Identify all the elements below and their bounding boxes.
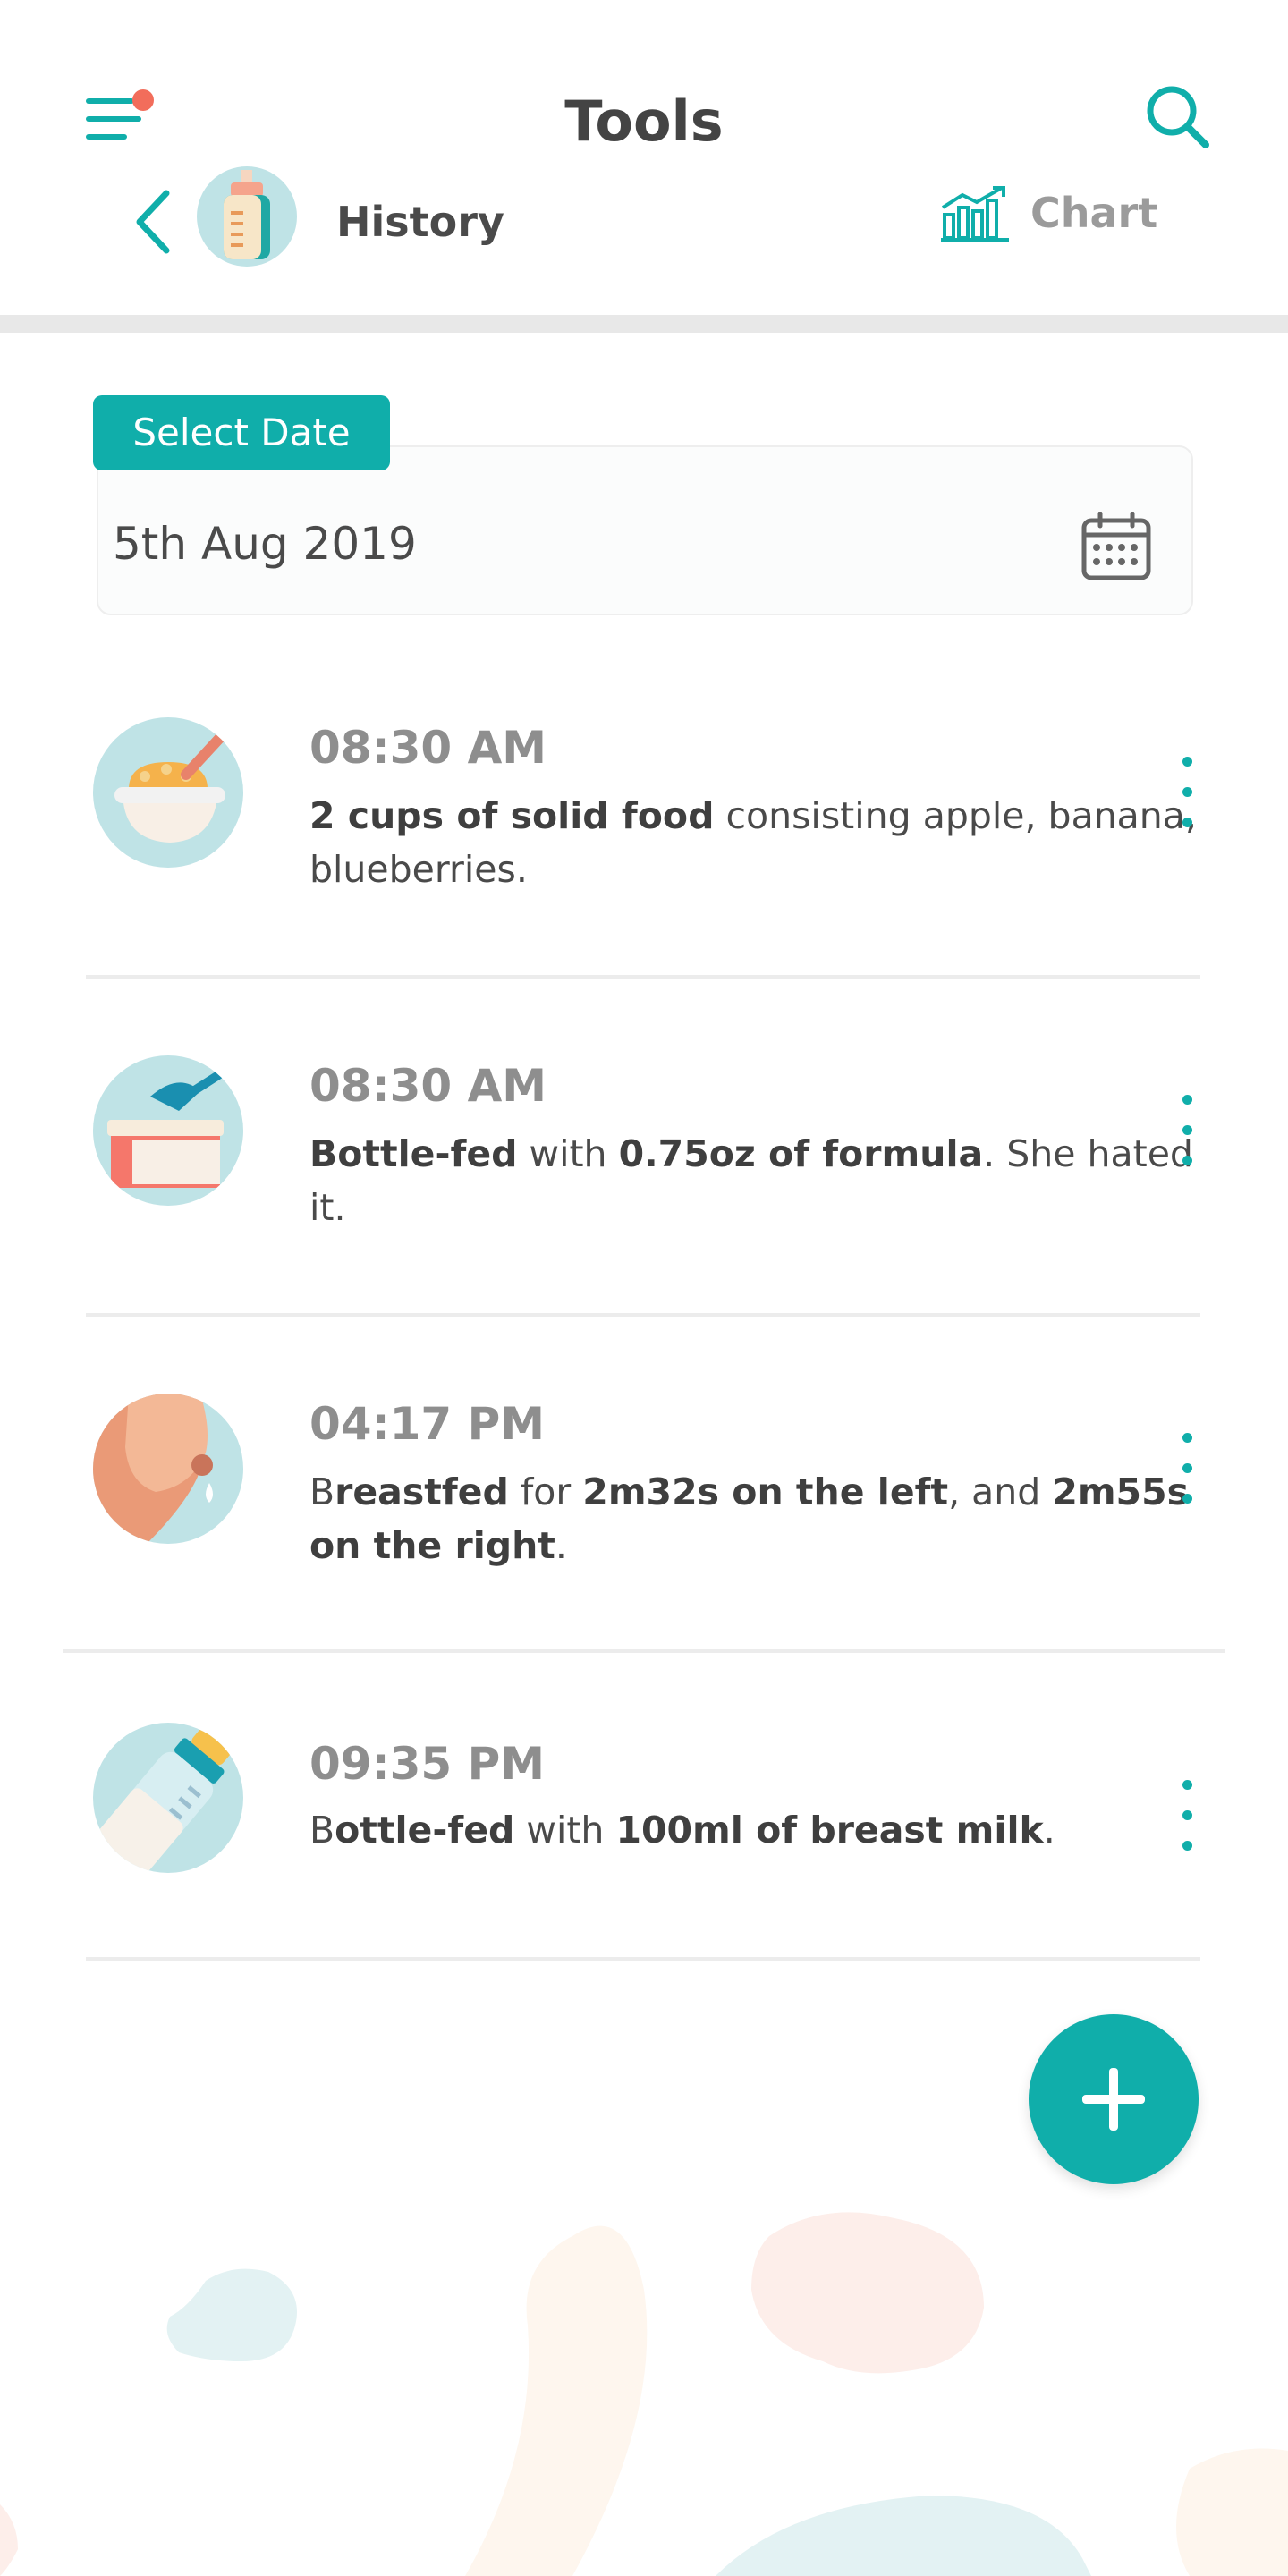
select-date-label: Select Date [93,395,390,470]
more-options-button[interactable] [1175,1773,1200,1859]
divider [86,975,1200,979]
chevron-left-icon [136,190,170,254]
breastfeed-icon [93,1394,243,1544]
bottle-icon [197,166,297,267]
divider [86,1313,1200,1317]
feed-time: 08:30 AM [309,722,547,774]
feed-item[interactable]: 09:35 PM Bottle-fed with 100ml of breast… [86,1712,1202,1962]
feed-description-text: B [309,1809,335,1852]
chart-icon [941,186,1009,242]
add-feed-button[interactable] [1029,2014,1199,2184]
feed-description-emphasis: reastfed [335,1470,509,1513]
more-options-button[interactable] [1175,1426,1200,1512]
formula-icon [93,1055,243,1206]
feed-description-emphasis: 2 cups of solid food [309,794,715,837]
feed-description-emphasis: 0.75oz of formula [618,1132,984,1175]
feed-description-text: , and [948,1470,1053,1513]
header-divider [0,315,1288,333]
chart-button[interactable]: Chart [939,179,1163,249]
feed-description-text: . [1043,1809,1055,1852]
page-title: Tools [564,89,724,154]
feed-description: Bottle-fed with 0.75oz of formula. She h… [309,1127,1204,1234]
feed-description: 2 cups of solid food consisting apple, b… [309,789,1204,896]
feed-description-emphasis: Bottle-fed [309,1132,518,1175]
search-icon [1147,86,1209,148]
feed-description: Bottle-fed with 100ml of breast milk. [309,1803,1204,1857]
feed-description-text: B [309,1470,335,1513]
feed-description-text: with [514,1809,616,1852]
selected-date[interactable]: 5th Aug 2019 [113,515,417,572]
back-button[interactable] [132,190,174,254]
feed-description-text: with [517,1132,619,1175]
feed-description-text: . [555,1524,567,1567]
feed-time: 04:17 PM [309,1398,545,1450]
feed-item[interactable]: 08:30 AM 2 cups of solid food consisting… [86,698,1202,1036]
feed-time: 08:30 AM [309,1060,547,1112]
background-decoration [0,2212,1288,2576]
search-button[interactable] [1143,82,1213,152]
solid-food-icon [93,717,243,868]
more-options-button[interactable] [1175,750,1200,835]
feed-description-emphasis: 2m32s on the left [582,1470,949,1513]
divider [63,1649,1225,1653]
feed-description: Breastfed for 2m32s on the left, and 2m5… [309,1465,1204,1572]
chart-label: Chart [1030,189,1158,237]
page-subtitle: History [336,198,504,246]
feed-description-text: for [508,1470,583,1513]
feed-description-emphasis: ottle-fed [335,1809,515,1852]
calendar-icon[interactable] [1080,511,1152,581]
feed-time: 09:35 PM [309,1738,545,1790]
feed-item[interactable]: 08:30 AM Bottle-fed with 0.75oz of formu… [86,1036,1202,1374]
divider [86,1957,1200,1961]
feed-description-emphasis: 100ml of breast milk [615,1809,1044,1852]
feed-item[interactable]: 04:17 PM Breastfed for 2m32s on the left… [86,1374,1202,1712]
breast-milk-bottle-icon [93,1723,243,1873]
more-options-button[interactable] [1175,1088,1200,1174]
